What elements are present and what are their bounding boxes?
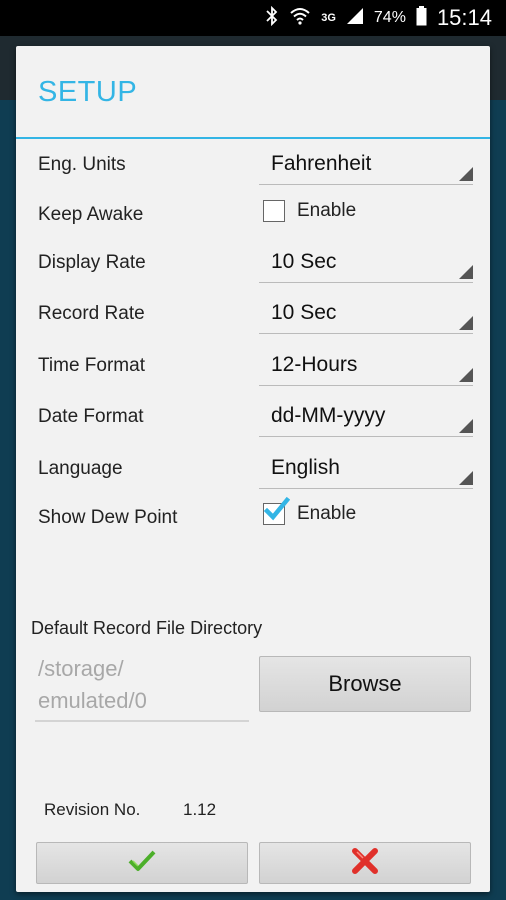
dropdown-arrow-icon	[459, 471, 473, 485]
selected-value: dd-MM-yyyy	[271, 404, 386, 427]
battery-icon	[416, 5, 427, 31]
revision-value: 1.12	[183, 800, 217, 819]
selected-value: 10 Sec	[271, 301, 337, 324]
setting-row-time-format: Time Format 12-Hours	[16, 345, 490, 389]
checkbox-checked-icon	[263, 496, 290, 525]
setting-row-eng-units: Eng. Units Fahrenheit	[16, 144, 490, 188]
revision-label: Revision No.	[44, 800, 141, 819]
directory-path-field: /storage/ emulated/0	[35, 652, 249, 722]
path-line-2: emulated/0	[38, 688, 147, 713]
ok-button[interactable]	[36, 842, 248, 884]
setting-label: Language	[38, 458, 123, 479]
cancel-button[interactable]	[259, 842, 471, 884]
signal-icon	[346, 7, 364, 30]
cross-icon	[351, 847, 379, 879]
setting-row-date-format: Date Format dd-MM-yyyy	[16, 396, 490, 440]
dropdown-arrow-icon	[459, 167, 473, 181]
wifi-icon	[289, 7, 311, 30]
selected-value: 10 Sec	[271, 250, 337, 273]
setting-label: Eng. Units	[38, 154, 126, 175]
show-dew-point-checkbox[interactable]: Enable	[263, 496, 357, 525]
checkbox-unchecked-icon	[263, 200, 285, 222]
dropdown-arrow-icon	[459, 316, 473, 330]
eng-units-select[interactable]: Fahrenheit	[259, 146, 473, 185]
setting-label: Display Rate	[38, 252, 146, 273]
setting-row-display-rate: Display Rate 10 Sec	[16, 242, 490, 286]
directory-label: Default Record File Directory	[31, 618, 263, 638]
browse-button[interactable]: Browse	[259, 656, 471, 712]
dropdown-arrow-icon	[459, 368, 473, 382]
checkbox-text: Enable	[297, 503, 357, 524]
title-divider	[16, 137, 490, 139]
time-format-select[interactable]: 12-Hours	[259, 347, 473, 386]
status-bar: 3G 74% 15:14	[0, 0, 506, 36]
bluetooth-icon	[265, 5, 279, 31]
selected-value: 12-Hours	[271, 353, 358, 376]
dialog-title: SETUP	[38, 76, 138, 108]
setting-row-record-rate: Record Rate 10 Sec	[16, 293, 490, 337]
dropdown-arrow-icon	[459, 265, 473, 279]
setting-label: Date Format	[38, 406, 144, 427]
setup-dialog: SETUP Eng. Units Fahrenheit Keep Awake E…	[16, 46, 490, 892]
keep-awake-checkbox[interactable]: Enable	[263, 200, 356, 222]
display-rate-select[interactable]: 10 Sec	[259, 244, 473, 283]
setting-row-language: Language English	[16, 448, 490, 492]
selected-value: English	[271, 456, 340, 479]
checkbox-text: Enable	[297, 200, 357, 221]
setting-label: Record Rate	[38, 303, 145, 324]
setting-label: Time Format	[38, 355, 145, 376]
setting-row-show-dew-point: Show Dew Point Enable	[16, 496, 490, 541]
network-type: 3G	[321, 12, 336, 24]
dropdown-arrow-icon	[459, 419, 473, 433]
clock: 15:14	[436, 5, 492, 30]
path-line-1: /storage/	[38, 656, 124, 681]
selected-value: Fahrenheit	[271, 152, 372, 175]
record-rate-select[interactable]: 10 Sec	[259, 295, 473, 334]
battery-percent: 74%	[373, 9, 406, 26]
checkmark-icon	[127, 849, 157, 878]
date-format-select[interactable]: dd-MM-yyyy	[259, 398, 473, 437]
setting-label: Keep Awake	[38, 204, 144, 225]
setting-row-keep-awake: Keep Awake Enable	[16, 194, 490, 238]
language-select[interactable]: English	[259, 450, 473, 489]
setting-label: Show Dew Point	[38, 507, 178, 528]
